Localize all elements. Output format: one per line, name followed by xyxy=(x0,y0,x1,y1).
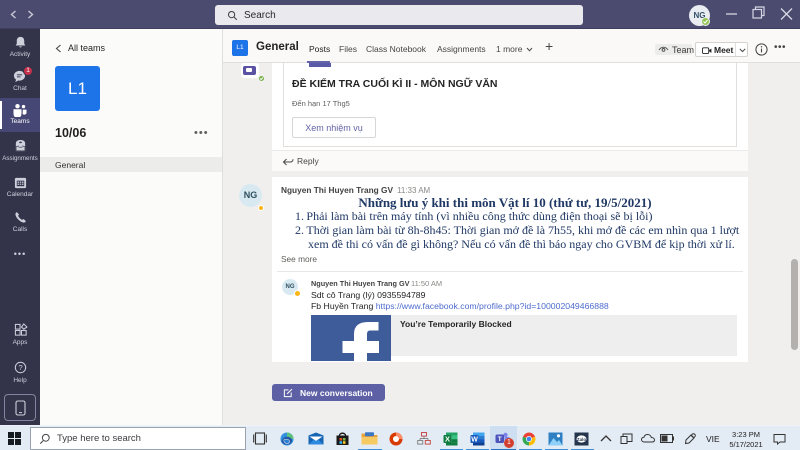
svg-text:Zalo: Zalo xyxy=(577,437,587,442)
svg-text:?: ? xyxy=(18,363,22,372)
svg-text:T: T xyxy=(498,436,502,443)
svg-text:X: X xyxy=(445,435,450,444)
svg-text:W: W xyxy=(471,437,478,444)
